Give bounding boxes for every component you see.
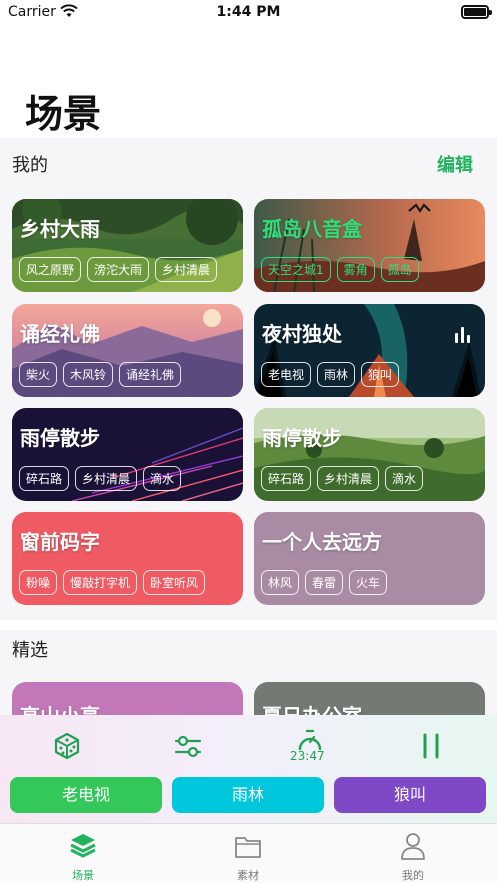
card-title: 雨停散步 [262,426,342,450]
player-panel: 23:47 老电视 雨林 狼叫 [0,715,497,823]
user-icon [401,833,425,860]
status-bar: Carrier 1:44 PM [0,0,497,26]
scene-card-walk-after-rain[interactable]: 雨停散步 碎石路 乡村清晨 滴水 [12,408,243,501]
scene-card-chanting[interactable]: 诵经礼佛 柴火 木风铃 诵经礼佛 [12,304,243,397]
tag: 柴火 [19,362,58,387]
tag: 乡村清晨 [75,466,138,491]
playing-sound-tv[interactable]: 老电视 [10,777,162,813]
tag: 狼叫 [361,362,400,387]
tag: 雨林 [317,362,356,387]
tab-scenes[interactable]: 场景 [23,824,143,883]
card-title: 雨停散步 [20,426,100,450]
card-title: 孤岛八音盒 [262,217,362,241]
tag: 老电视 [261,362,312,387]
featured-header: 精选 [12,640,48,661]
playing-sound-wolf[interactable]: 狼叫 [334,777,486,813]
tag: 风之原野 [19,257,82,282]
playing-sound-rainforest[interactable]: 雨林 [172,777,324,813]
mine-header: 我的 [12,155,48,176]
scene-card-walk-after-rain-hills[interactable]: 雨停散步 碎石路 乡村清晨 滴水 [254,408,485,501]
now-playing-icon [455,327,471,343]
edit-button[interactable]: 编辑 [437,151,473,177]
tag: 滴水 [143,466,182,491]
timer-icon[interactable] [296,729,324,751]
clock: 1:44 PM [216,4,281,20]
card-title: 窗前码字 [20,530,100,554]
tab-label: 素材 [237,869,259,882]
tag: 卧室听风 [143,570,206,595]
tag: 碎石路 [261,466,312,491]
tag: 春雷 [305,570,344,595]
tab-materials[interactable]: 素材 [188,824,308,883]
layers-icon [70,834,96,858]
scene-card-rural-rain[interactable]: 乡村大雨 风之原野 滂沱大雨 乡村清晨 [12,199,243,292]
scene-card-writing-by-window[interactable]: 窗前码字 粉噪 慢敲打字机 卧室听风 [12,512,243,605]
battery-icon [461,5,492,19]
tag: 乡村清晨 [155,257,218,282]
tag: 诵经礼佛 [119,362,182,387]
tag: 碎石路 [19,466,70,491]
tag: 天空之城1 [261,257,331,282]
tab-bar: 场景 素材 我的 [0,823,497,883]
card-title: 夜村独处 [262,322,342,346]
tab-label: 场景 [72,869,94,882]
tag: 木风铃 [63,362,114,387]
tab-label: 我的 [402,869,424,882]
timer-countdown: 23:47 [290,749,325,763]
tag: 慢敲打字机 [63,570,138,595]
card-title: 一个人去远方 [262,530,382,554]
card-title: 乡村大雨 [20,217,100,241]
tag: 孤岛 [380,257,419,282]
scene-card-island-music-box[interactable]: 孤岛八音盒 天空之城1 雾角 孤岛 [254,199,485,292]
pause-icon[interactable] [416,731,446,761]
dice-icon[interactable] [52,731,82,761]
tab-profile[interactable]: 我的 [353,824,473,883]
card-title: 诵经礼佛 [20,322,100,346]
scene-card-travel-alone[interactable]: 一个人去远方 林风 春雷 火车 [254,512,485,605]
tag: 粉噪 [19,570,58,595]
tag: 滴水 [385,466,424,491]
mixer-settings-icon[interactable] [173,731,203,761]
tag: 雾角 [336,257,375,282]
tag: 林风 [261,570,300,595]
tag: 火车 [349,570,388,595]
folder-icon [235,837,261,858]
page-title: 场景 [25,92,102,136]
tag: 滂沱大雨 [87,257,150,282]
scene-card-night-village[interactable]: 夜村独处 老电视 雨林 狼叫 [254,304,485,397]
tag: 乡村清晨 [317,466,380,491]
